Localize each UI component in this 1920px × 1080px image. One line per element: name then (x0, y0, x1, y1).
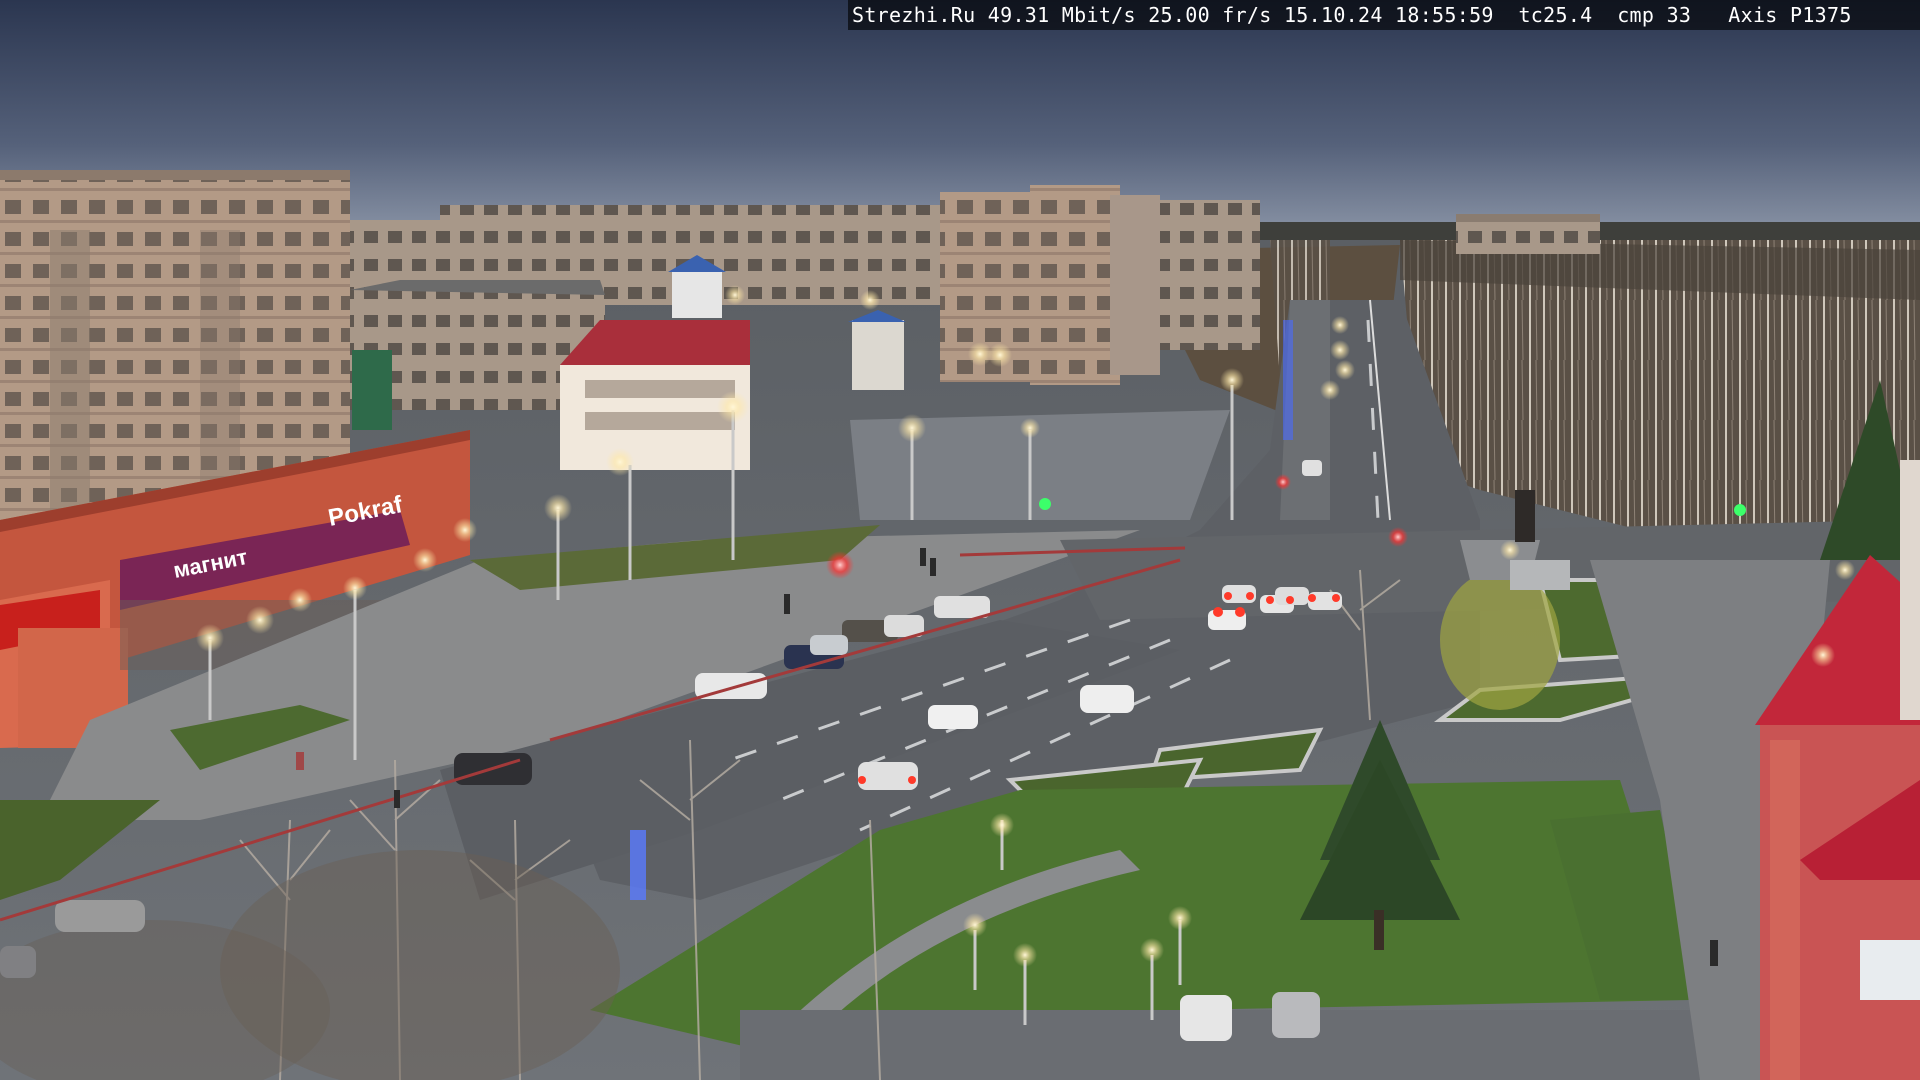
overlay-tc: tc25.4 (1518, 3, 1593, 27)
overlay-cmp: cmp 33 (1617, 3, 1692, 27)
camera-overlay-bar: Strezhi.Ru 49.31 Mbit/s 25.00 fr/s 15.10… (848, 0, 1920, 30)
overlay-site: Strezhi.Ru (852, 3, 976, 27)
blue-roof-tower (672, 272, 722, 318)
overlay-bitrate: 49.31 Mbit/s (987, 3, 1136, 27)
city-square-scene: магнит Pokraf (0, 0, 1920, 1080)
overlay-datetime: 15.10.24 18:55:59 (1283, 3, 1494, 27)
overlay-framerate: 25.00 fr/s (1148, 3, 1272, 27)
bottom-road (740, 1010, 1780, 1080)
webcam-frame: магнит Pokraf (0, 0, 1920, 1080)
overlay-camera-model: Axis P1375 (1728, 3, 1852, 27)
